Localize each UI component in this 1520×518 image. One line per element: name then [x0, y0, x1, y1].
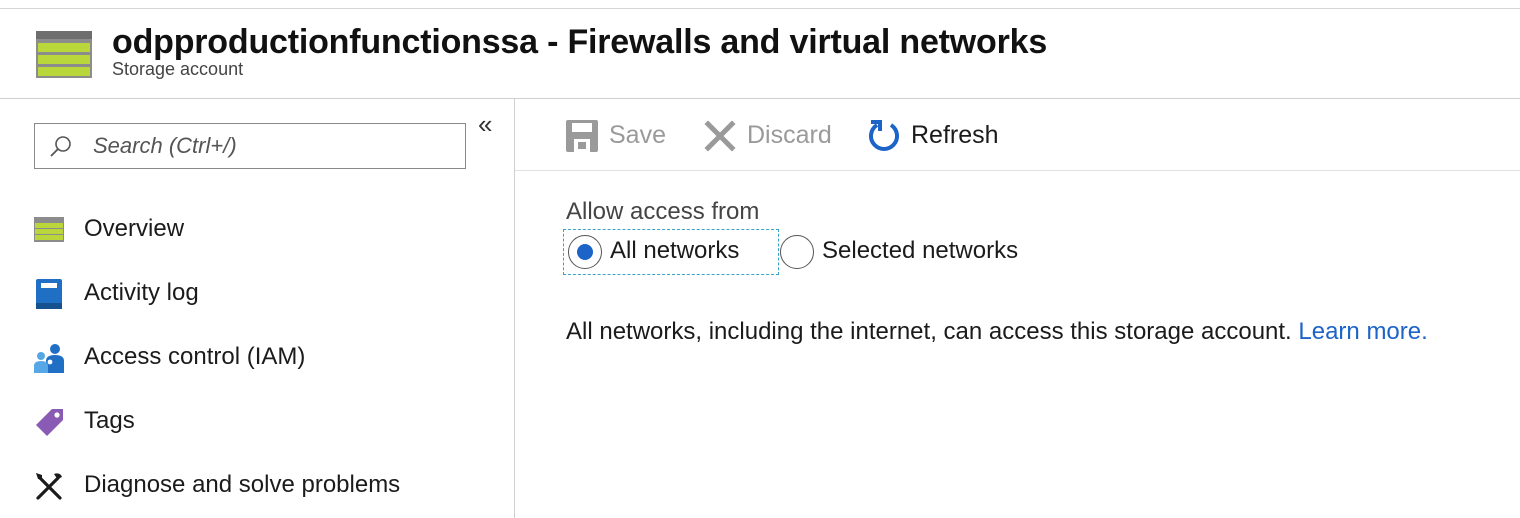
close-icon — [704, 120, 736, 152]
access-info-text: All networks, including the internet, ca… — [566, 318, 1428, 346]
discard-button[interactable]: Discard — [703, 117, 833, 157]
sidebar-item-access-control[interactable]: Access control (IAM) — [0, 331, 514, 381]
sidebar-item-label: Diagnose and solve problems — [84, 471, 401, 498]
discard-label: Discard — [747, 121, 832, 149]
search-icon — [50, 136, 71, 157]
allow-access-label: Allow access from — [566, 198, 760, 225]
portal-page: odpproductionfunctionssa - Firewalls and… — [0, 0, 1520, 518]
radio-button-unselected — [780, 235, 814, 269]
sidebar-item-diagnose[interactable]: Diagnose and solve problems — [0, 459, 514, 509]
page-title: odpproductionfunctionssa - Firewalls and… — [112, 23, 1048, 61]
save-label: Save — [609, 121, 666, 149]
sidebar-item-activity-log[interactable]: Activity log — [0, 267, 514, 317]
radio-selected-networks[interactable]: Selected networks — [776, 230, 1046, 274]
radio-button-selected — [568, 235, 602, 269]
info-message: All networks, including the internet, ca… — [566, 318, 1292, 345]
search-input[interactable] — [93, 132, 453, 160]
sidebar-item-tags[interactable]: Tags — [0, 395, 514, 445]
radio-dot — [577, 244, 593, 260]
learn-more-link[interactable]: Learn more. — [1298, 318, 1427, 345]
sidebar: « Overview Activity log — [0, 99, 514, 518]
save-button[interactable]: Save — [565, 117, 666, 157]
refresh-icon — [869, 120, 899, 151]
wrench-icon — [36, 473, 62, 500]
search-box — [34, 123, 466, 169]
book-icon — [36, 279, 62, 309]
collapse-sidebar-button[interactable]: « — [478, 109, 492, 140]
storage-account-icon — [36, 31, 92, 78]
refresh-label: Refresh — [911, 121, 999, 149]
sidebar-item-label: Access control (IAM) — [84, 343, 306, 370]
sidebar-item-overview[interactable]: Overview — [0, 203, 514, 253]
sidebar-item-label: Activity log — [84, 279, 199, 306]
radio-label-all-networks: All networks — [610, 237, 740, 264]
overview-icon — [34, 217, 64, 242]
radio-all-networks[interactable]: All networks — [563, 229, 779, 275]
sidebar-item-label: Overview — [84, 215, 185, 242]
page-header: odpproductionfunctionssa - Firewalls and… — [0, 9, 1520, 99]
page-subtitle: Storage account — [112, 59, 244, 79]
people-icon — [34, 344, 64, 373]
radio-label-selected-networks: Selected networks — [822, 237, 1019, 264]
toolbar-divider — [515, 170, 1520, 171]
tag-icon — [36, 409, 63, 436]
command-bar: Save Discard Refresh — [515, 99, 1520, 171]
save-icon — [566, 120, 598, 152]
refresh-button[interactable]: Refresh — [867, 117, 1007, 157]
sidebar-item-label: Tags — [84, 407, 135, 434]
